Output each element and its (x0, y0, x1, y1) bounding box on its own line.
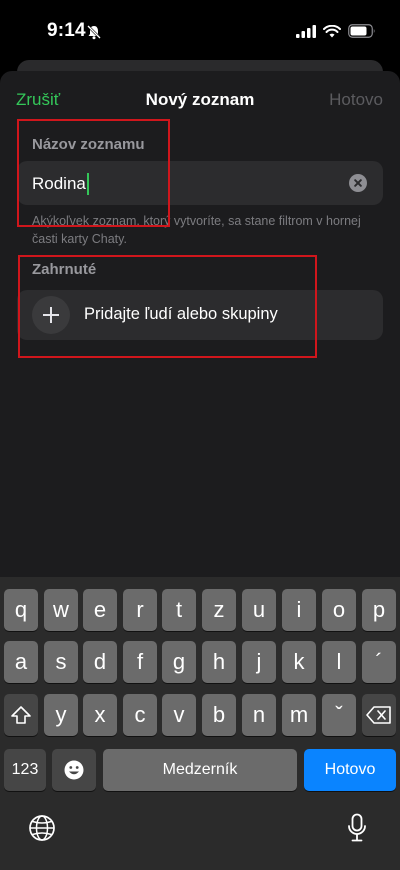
globe-icon[interactable] (28, 814, 56, 842)
included-label: Zahrnuté (32, 261, 97, 278)
text-cursor (86, 173, 89, 195)
status-indicators (296, 24, 376, 38)
add-people-label: Pridajte ľudí alebo skupiny (84, 305, 278, 323)
cellular-signal-icon (296, 24, 316, 38)
done-button[interactable]: Hotovo (329, 90, 383, 110)
numbers-key[interactable]: 123 (4, 749, 46, 791)
keyboard-done-key[interactable]: Hotovo (304, 749, 396, 791)
status-bar: 9:14 (0, 0, 400, 64)
plus-icon (32, 296, 70, 334)
wifi-icon (323, 24, 341, 37)
key-q[interactable]: q (4, 589, 38, 631)
key-i[interactable]: i (282, 589, 316, 631)
key-y[interactable]: y (44, 694, 78, 736)
list-name-text: Rodina (32, 174, 86, 193)
list-name-input[interactable]: Rodina (17, 161, 383, 205)
list-name-label: Názov zoznamu (32, 136, 145, 153)
status-time: 9:14 (47, 20, 86, 41)
key-caron[interactable]: ˇ (322, 694, 356, 736)
key-u[interactable]: u (242, 589, 276, 631)
shift-key[interactable] (4, 694, 38, 736)
key-acute-accent[interactable]: ´ (362, 641, 396, 683)
emoji-key[interactable] (52, 749, 96, 791)
key-p[interactable]: p (362, 589, 396, 631)
key-d[interactable]: d (83, 641, 117, 683)
key-z[interactable]: z (202, 589, 236, 631)
battery-icon (348, 24, 375, 38)
key-h[interactable]: h (202, 641, 236, 683)
keyboard: q w e r t z u i o p a s d f g h j k l ´ … (0, 577, 400, 870)
key-x[interactable]: x (83, 694, 117, 736)
key-f[interactable]: f (123, 641, 157, 683)
key-c[interactable]: c (123, 694, 157, 736)
backspace-key[interactable] (362, 694, 396, 736)
key-b[interactable]: b (202, 694, 236, 736)
key-s[interactable]: s (44, 641, 78, 683)
shift-icon (11, 706, 31, 724)
key-a[interactable]: a (4, 641, 38, 683)
backspace-icon (366, 706, 391, 724)
key-r[interactable]: r (123, 589, 157, 631)
key-g[interactable]: g (162, 641, 196, 683)
key-w[interactable]: w (44, 589, 78, 631)
list-name-value[interactable]: Rodina (32, 173, 89, 195)
clear-text-icon[interactable] (349, 174, 367, 192)
add-people-or-groups-button[interactable]: Pridajte ľudí alebo skupiny (17, 290, 383, 340)
key-o[interactable]: o (322, 589, 356, 631)
key-t[interactable]: t (162, 589, 196, 631)
nav-bar: Zrušiť Nový zoznam Hotovo (0, 71, 400, 129)
key-k[interactable]: k (282, 641, 316, 683)
space-key[interactable]: Medzerník (103, 749, 297, 791)
key-j[interactable]: j (242, 641, 276, 683)
microphone-icon[interactable] (347, 813, 367, 843)
key-n[interactable]: n (242, 694, 276, 736)
key-m[interactable]: m (282, 694, 316, 736)
key-e[interactable]: e (83, 589, 117, 631)
emoji-icon (64, 760, 84, 780)
key-l[interactable]: l (322, 641, 356, 683)
key-v[interactable]: v (162, 694, 196, 736)
list-name-hint: Akýkoľvek zoznam, ktorý vytvoríte, sa st… (32, 214, 361, 246)
silent-mode-bell-icon (87, 25, 101, 40)
